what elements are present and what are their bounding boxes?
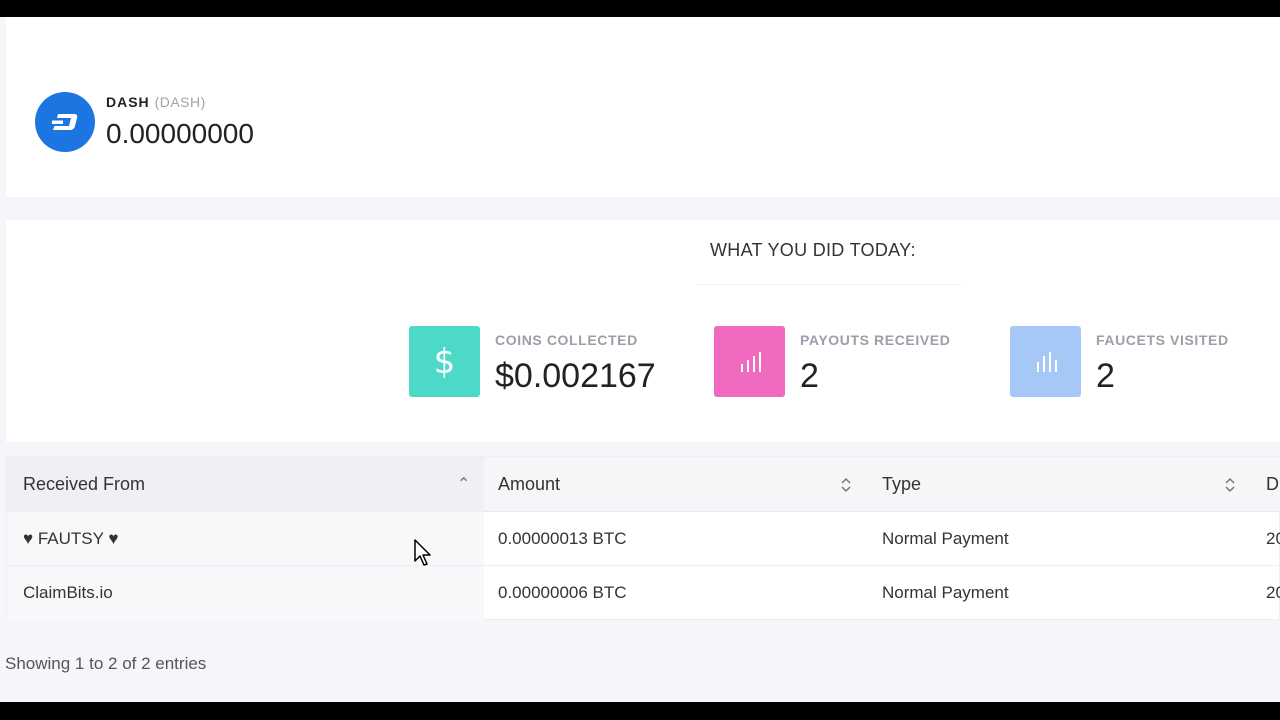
sort-ascending-icon: ⌃ [457, 476, 471, 493]
table-info: Showing 1 to 2 of 2 entries [5, 654, 207, 673]
table-row: ♥ FAUTSY ♥ 0.00000013 BTC Normal Payment… [7, 512, 1280, 566]
bar-chart-icon [714, 326, 785, 397]
cell-amount: 0.00000006 BTC [498, 583, 627, 602]
column-label: D [1266, 474, 1279, 494]
cell-date: 20 [1266, 529, 1280, 548]
column-label: Amount [498, 474, 561, 494]
payments-table: Received From ⌃ Amount Type D ♥ FAUTSY ♥… [6, 456, 1280, 620]
today-summary-card: WHAT YOU DID TODAY: $ COINS COLLECTED $0… [6, 220, 1280, 442]
coin-symbol: (DASH) [154, 94, 206, 110]
cell-amount: 0.00000013 BTC [498, 529, 627, 548]
stat-label-payouts-received: PAYOUTS RECEIVED [800, 332, 951, 348]
column-header-date[interactable]: D [1252, 457, 1280, 512]
column-label: Received From [23, 474, 146, 494]
cell-type: Normal Payment [882, 529, 1009, 548]
dollar-icon: $ [409, 326, 480, 397]
sort-both-icon [1225, 477, 1235, 493]
dash-logo-icon [35, 92, 95, 152]
cell-received-from: ClaimBits.io [23, 583, 113, 602]
mouse-cursor-icon [414, 539, 431, 566]
stat-label-coins-collected: COINS COLLECTED [495, 332, 638, 348]
cell-date: 20 [1266, 583, 1280, 602]
stat-value-faucets-visited: 2 [1096, 357, 1115, 395]
table-row: ClaimBits.io 0.00000006 BTC Normal Payme… [7, 566, 1280, 620]
cell-type: Normal Payment [882, 583, 1009, 602]
column-label: Type [882, 474, 922, 494]
bar-chart-icon [1010, 326, 1081, 397]
coin-name-label: DASH [106, 94, 150, 110]
page-viewport: DASH (DASH) 0.00000000 WHAT YOU DID TODA… [0, 17, 1280, 702]
cell-received-from: ♥ FAUTSY ♥ [23, 529, 119, 548]
column-header-received-from[interactable]: Received From ⌃ [7, 457, 484, 512]
divider [696, 284, 961, 285]
sort-both-icon [841, 477, 851, 493]
table-header: Received From ⌃ Amount Type D [7, 457, 1280, 512]
coin-balance: 0.00000000 [106, 118, 254, 149]
today-title: WHAT YOU DID TODAY: [710, 240, 916, 260]
stat-label-faucets-visited: FAUCETS VISITED [1096, 332, 1229, 348]
column-header-type[interactable]: Type [868, 457, 1252, 512]
dash-balance-card: DASH (DASH) 0.00000000 [6, 17, 1280, 197]
column-header-amount[interactable]: Amount [484, 457, 868, 512]
stat-value-payouts-received: 2 [800, 357, 819, 395]
stat-value-coins-collected: $0.002167 [495, 357, 656, 395]
coin-name: DASH (DASH) [106, 94, 206, 110]
